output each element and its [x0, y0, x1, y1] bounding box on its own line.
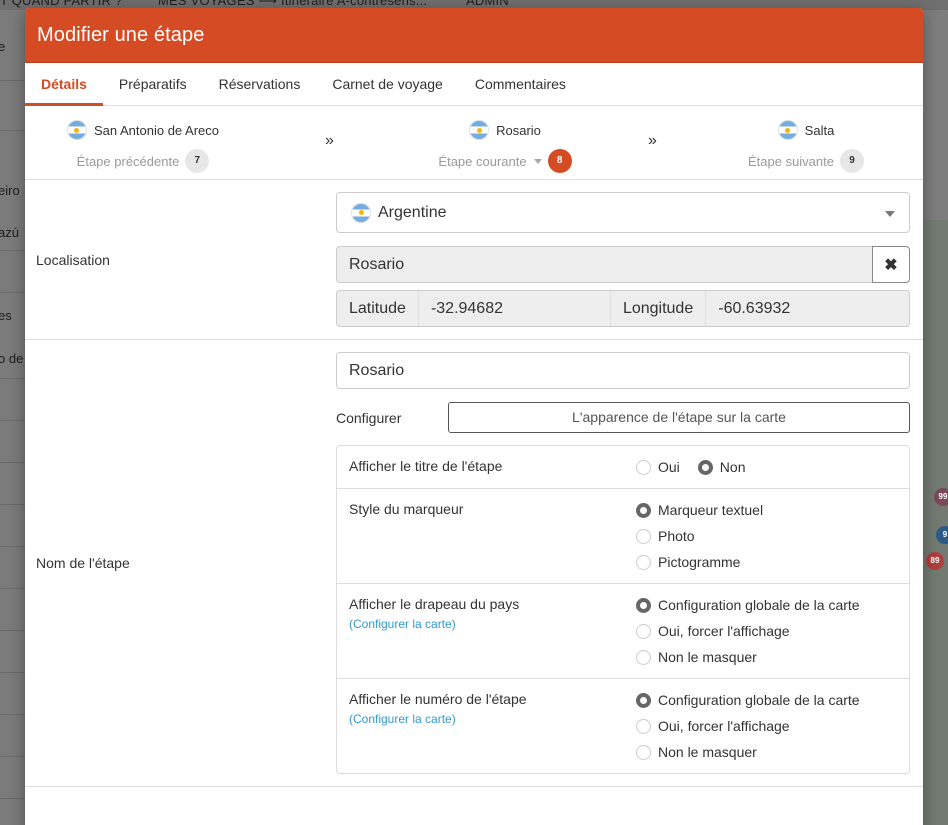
- radio-checked-icon: [697, 459, 713, 475]
- tab-details[interactable]: Détails: [25, 63, 103, 106]
- background-sidebar: e eiro azú es o de: [0, 10, 26, 825]
- next-stage[interactable]: Salta Étape suivante 9: [696, 120, 916, 173]
- background-sidebar-text: eiro: [0, 183, 20, 198]
- background-sidebar-text: o de: [0, 351, 24, 366]
- radio-icon: [636, 744, 651, 760]
- background-nav-item: T QUAND PARTIR ?: [0, 0, 123, 8]
- option-marker-style: Style du marqueur Marqueur textuel Photo…: [337, 489, 909, 584]
- argentina-flag-icon: [351, 202, 371, 223]
- stage-name-label: Nom de l'étape: [36, 555, 130, 571]
- radio-flag-force[interactable]: Oui, forcer l'affichage: [636, 622, 897, 640]
- next-stage-label: Étape suivante: [747, 153, 834, 169]
- radio-icon: [636, 718, 651, 734]
- country-value: Argentine: [378, 203, 447, 221]
- city-input[interactable]: Rosario: [336, 246, 872, 283]
- previous-stage[interactable]: San Antonio de Areco Étape précédente 7: [33, 120, 253, 173]
- tab-preparations[interactable]: Préparatifs: [103, 63, 203, 105]
- chevron-down-icon: [885, 211, 895, 217]
- option-show-number: Afficher le numéro de l'étape (Configure…: [337, 679, 909, 773]
- configure-map-link[interactable]: (Configurer la carte): [349, 712, 636, 726]
- radio-marker-text[interactable]: Marqueur textuel: [636, 501, 897, 519]
- configure-map-link[interactable]: (Configurer la carte): [349, 617, 636, 631]
- radio-marker-pictogram[interactable]: Pictogramme: [636, 553, 897, 571]
- latitude-label: Latitude: [337, 291, 419, 326]
- latitude-input[interactable]: -32.94682: [419, 291, 611, 326]
- radio-icon: [636, 649, 651, 665]
- argentina-flag-icon: [469, 120, 490, 140]
- next-stage-name: Salta: [804, 122, 835, 138]
- previous-stage-label: Étape précédente: [76, 153, 180, 169]
- radio-marker-photo[interactable]: Photo: [636, 527, 897, 545]
- background-map: 99 9 89: [922, 220, 948, 825]
- tab-reservations[interactable]: Réservations: [203, 63, 317, 105]
- option-show-title: Afficher le titre de l'étape Oui Non: [337, 446, 909, 489]
- longitude-input[interactable]: -60.63932: [706, 291, 790, 326]
- radio-number-global[interactable]: Configuration globale de la carte: [636, 691, 897, 709]
- stage-name-input[interactable]: Rosario: [336, 352, 910, 389]
- radio-checked-icon: [636, 502, 651, 518]
- stage-separator-icon: »: [325, 132, 334, 149]
- radio-icon: [636, 528, 651, 544]
- argentina-flag-icon: [66, 120, 87, 140]
- map-pin: 99: [934, 488, 948, 506]
- clear-city-button[interactable]: ✖: [872, 246, 910, 283]
- current-stage-name: Rosario: [496, 122, 541, 138]
- modal-tabs: Détails Préparatifs Réservations Carnet …: [25, 63, 923, 106]
- stage-name-row: Nom de l'étape Rosario Configurer L'appa…: [25, 340, 923, 787]
- radio-checked-icon: [636, 692, 651, 708]
- stage-navigation: San Antonio de Areco Étape précédente 7 …: [25, 106, 923, 180]
- background-sidebar-text: es: [0, 308, 12, 323]
- radio-checked-icon: [636, 597, 651, 613]
- map-pin: 89: [926, 552, 944, 570]
- option-label: Style du marqueur: [349, 501, 464, 517]
- current-stage-number: 8: [547, 149, 572, 173]
- configure-appearance-button[interactable]: L'apparence de l'étape sur la carte: [448, 402, 910, 433]
- modal-title: Modifier une étape: [37, 23, 205, 46]
- chevron-down-icon: [533, 158, 542, 164]
- option-label: Afficher le titre de l'étape: [349, 458, 503, 474]
- display-options: Afficher le titre de l'étape Oui Non Sty…: [336, 445, 910, 774]
- radio-icon: [636, 459, 651, 475]
- coordinates-group: Latitude -32.94682 Longitude -60.63932: [336, 290, 910, 327]
- configure-label: Configurer: [336, 409, 402, 426]
- option-label: Afficher le numéro de l'étape: [349, 691, 527, 707]
- option-label: Afficher le drapeau du pays: [349, 596, 520, 612]
- city-input-group: Rosario ✖: [336, 246, 910, 283]
- radio-icon: [636, 623, 651, 639]
- map-pin: 9: [936, 526, 948, 544]
- radio-number-hide[interactable]: Non le masquer: [636, 743, 897, 761]
- stage-separator-icon: »: [648, 132, 657, 149]
- longitude-label: Longitude: [611, 291, 707, 326]
- background-nav-item: ADMIN: [466, 0, 509, 8]
- background-sidebar-text: azú: [0, 225, 19, 240]
- tab-travel-journal[interactable]: Carnet de voyage: [316, 63, 459, 105]
- previous-stage-number: 7: [185, 149, 210, 173]
- option-show-flag: Afficher le drapeau du pays (Configurer …: [337, 584, 909, 679]
- radio-flag-global[interactable]: Configuration globale de la carte: [636, 596, 897, 614]
- localisation-label: Localisation: [36, 251, 110, 268]
- tab-comments[interactable]: Commentaires: [459, 63, 582, 105]
- radio-icon: [636, 554, 651, 570]
- radio-show-title-yes[interactable]: Oui: [636, 458, 680, 476]
- next-stage-number: 9: [840, 149, 864, 173]
- localisation-row: Localisation Argentine Rosario ✖ Latitud…: [25, 180, 923, 340]
- country-select[interactable]: Argentine: [336, 192, 910, 233]
- argentina-flag-icon: [777, 120, 798, 140]
- modal-header: Modifier une étape: [25, 8, 923, 63]
- edit-stage-modal: Modifier une étape Détails Préparatifs R…: [25, 8, 923, 825]
- background-sidebar-text: e: [0, 39, 6, 54]
- radio-flag-hide[interactable]: Non le masquer: [636, 648, 897, 666]
- current-stage[interactable]: Rosario Étape courante 8: [395, 120, 615, 173]
- previous-stage-name: San Antonio de Areco: [93, 122, 220, 138]
- radio-number-force[interactable]: Oui, forcer l'affichage: [636, 717, 897, 735]
- radio-show-title-no[interactable]: Non: [697, 458, 745, 476]
- current-stage-label: Étape courante: [438, 153, 527, 169]
